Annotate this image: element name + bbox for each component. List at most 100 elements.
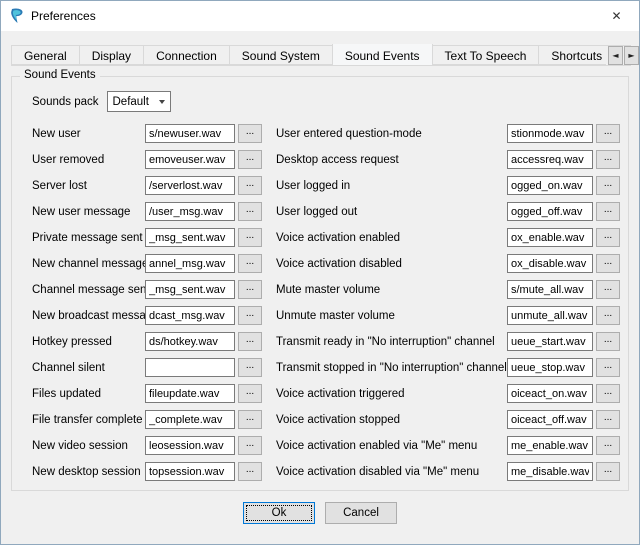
tab-strip-area: GeneralDisplayConnectionSound SystemSoun…	[1, 31, 639, 66]
sound-file-input[interactable]	[507, 176, 593, 195]
sounds-pack-select[interactable]: Default	[107, 91, 171, 112]
browse-button[interactable]: ...	[596, 176, 620, 195]
tab-bar: GeneralDisplayConnectionSound SystemSoun…	[11, 44, 631, 66]
sounds-pack-label: Sounds pack	[32, 96, 99, 108]
sound-event-label: New user	[32, 128, 145, 140]
sound-event-row: Channel silent...	[32, 358, 262, 377]
browse-button[interactable]: ...	[238, 410, 262, 429]
sound-event-label: Channel message sent	[32, 284, 145, 296]
sound-file-input[interactable]	[145, 358, 235, 377]
browse-button[interactable]: ...	[596, 384, 620, 403]
sound-event-label: Channel silent	[32, 362, 145, 374]
browse-button[interactable]: ...	[238, 384, 262, 403]
sound-event-label: New broadcast message	[32, 310, 145, 322]
tab-connection[interactable]: Connection	[143, 45, 230, 65]
sound-event-label: Voice activation disabled	[276, 258, 507, 270]
sound-file-input[interactable]	[507, 280, 593, 299]
sound-file-input[interactable]	[145, 202, 235, 221]
browse-button[interactable]: ...	[238, 176, 262, 195]
tab-sound-system[interactable]: Sound System	[229, 45, 333, 65]
sound-event-label: File transfer complete	[32, 414, 145, 426]
sound-event-label: Voice activation triggered	[276, 388, 507, 400]
browse-button[interactable]: ...	[596, 358, 620, 377]
tab-scroll-right-button[interactable]: ►	[624, 46, 639, 65]
sound-event-label: Hotkey pressed	[32, 336, 145, 348]
sound-file-input[interactable]	[507, 462, 593, 481]
tab-display[interactable]: Display	[79, 45, 144, 65]
sound-file-input[interactable]	[507, 410, 593, 429]
sound-event-label: Transmit ready in "No interruption" chan…	[276, 336, 507, 348]
browse-button[interactable]: ...	[596, 280, 620, 299]
browse-button[interactable]: ...	[596, 254, 620, 273]
title-bar: Preferences ✕	[1, 1, 639, 31]
close-button[interactable]: ✕	[594, 1, 639, 31]
sound-file-input[interactable]	[145, 306, 235, 325]
browse-button[interactable]: ...	[596, 332, 620, 351]
browse-button[interactable]: ...	[238, 124, 262, 143]
browse-button[interactable]: ...	[596, 410, 620, 429]
sound-file-input[interactable]	[145, 176, 235, 195]
browse-button[interactable]: ...	[238, 280, 262, 299]
sound-file-input[interactable]	[145, 410, 235, 429]
sound-event-row: New user...	[32, 124, 262, 143]
sound-file-input[interactable]	[145, 384, 235, 403]
browse-button[interactable]: ...	[238, 358, 262, 377]
cancel-button[interactable]: Cancel	[325, 502, 397, 524]
sound-event-label: User removed	[32, 154, 145, 166]
browse-button[interactable]: ...	[596, 202, 620, 221]
sound-file-input[interactable]	[145, 280, 235, 299]
sound-event-row: Transmit stopped in "No interruption" ch…	[276, 358, 620, 377]
browse-button[interactable]: ...	[596, 462, 620, 481]
app-icon	[9, 8, 25, 24]
sound-file-input[interactable]	[507, 332, 593, 351]
browse-button[interactable]: ...	[596, 124, 620, 143]
sound-file-input[interactable]	[507, 228, 593, 247]
browse-button[interactable]: ...	[238, 202, 262, 221]
browse-button[interactable]: ...	[238, 462, 262, 481]
sound-file-input[interactable]	[507, 306, 593, 325]
preferences-window: Preferences ✕ GeneralDisplayConnectionSo…	[0, 0, 640, 545]
sound-file-input[interactable]	[507, 124, 593, 143]
tab-shortcuts[interactable]: Shortcuts	[538, 45, 615, 65]
sound-events-right-column: User entered question-mode...Desktop acc…	[276, 124, 620, 488]
sound-event-row: File transfer complete...	[32, 410, 262, 429]
sound-file-input[interactable]	[145, 150, 235, 169]
tab-text-to-speech[interactable]: Text To Speech	[432, 45, 540, 65]
browse-button[interactable]: ...	[596, 150, 620, 169]
sound-file-input[interactable]	[507, 358, 593, 377]
browse-button[interactable]: ...	[238, 306, 262, 325]
sound-file-input[interactable]	[507, 254, 593, 273]
sound-file-input[interactable]	[507, 202, 593, 221]
browse-button[interactable]: ...	[596, 306, 620, 325]
sound-file-input[interactable]	[145, 254, 235, 273]
tab-scroll-left-button[interactable]: ◄	[608, 46, 623, 65]
sound-file-input[interactable]	[507, 384, 593, 403]
browse-button[interactable]: ...	[238, 436, 262, 455]
browse-button[interactable]: ...	[238, 332, 262, 351]
sound-event-label: New video session	[32, 440, 145, 452]
sound-file-input[interactable]	[145, 124, 235, 143]
sound-file-input[interactable]	[507, 436, 593, 455]
sound-event-row: Voice activation enabled...	[276, 228, 620, 247]
sound-event-row: Transmit ready in "No interruption" chan…	[276, 332, 620, 351]
sound-file-input[interactable]	[145, 462, 235, 481]
browse-button[interactable]: ...	[596, 436, 620, 455]
tab-general[interactable]: General	[11, 45, 80, 65]
sound-event-row: Voice activation triggered...	[276, 384, 620, 403]
sound-file-input[interactable]	[145, 332, 235, 351]
sound-event-label: User logged out	[276, 206, 507, 218]
browse-button[interactable]: ...	[238, 150, 262, 169]
tab-sound-events[interactable]: Sound Events	[332, 44, 433, 66]
ok-button[interactable]: Ok	[243, 502, 315, 524]
sound-file-input[interactable]	[145, 436, 235, 455]
sound-file-input[interactable]	[145, 228, 235, 247]
sound-event-row: Hotkey pressed...	[32, 332, 262, 351]
sound-event-row: User entered question-mode...	[276, 124, 620, 143]
sound-file-input[interactable]	[507, 150, 593, 169]
sound-event-row: New desktop session...	[32, 462, 262, 481]
browse-button[interactable]: ...	[238, 254, 262, 273]
browse-button[interactable]: ...	[238, 228, 262, 247]
sound-event-label: Voice activation enabled via "Me" menu	[276, 440, 507, 452]
browse-button[interactable]: ...	[596, 228, 620, 247]
sound-event-label: User entered question-mode	[276, 128, 507, 140]
